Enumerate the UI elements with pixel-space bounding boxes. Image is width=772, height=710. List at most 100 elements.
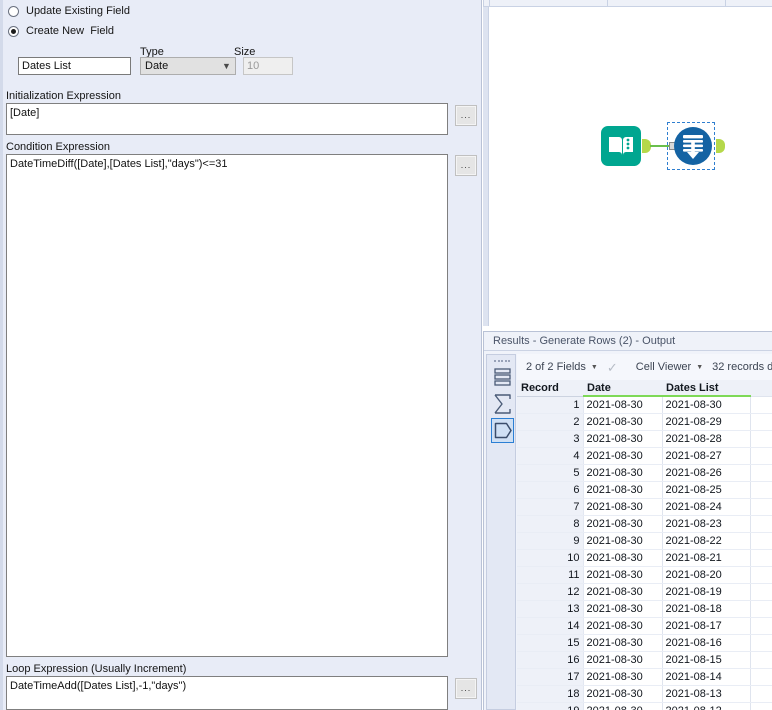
cell-dates-list[interactable]: 2021-08-19: [662, 583, 751, 601]
initialization-expression-input[interactable]: [Date]: [6, 103, 448, 135]
cell-record[interactable]: 11: [517, 566, 584, 584]
cell-dates-list[interactable]: 2021-08-29: [662, 413, 751, 431]
cell-dates-list[interactable]: 2021-08-15: [662, 651, 751, 669]
loop-expression-input[interactable]: DateTimeAdd([Dates List],-1,"days"): [6, 676, 448, 710]
loop-expression-builder-button[interactable]: ...: [455, 678, 477, 699]
cell-record[interactable]: 10: [517, 549, 584, 567]
column-header-dates-list[interactable]: Dates List: [662, 380, 750, 397]
cell-date[interactable]: 2021-08-30: [583, 566, 663, 584]
cell-record[interactable]: 7: [517, 498, 584, 516]
cell-dates-list[interactable]: 2021-08-30: [662, 396, 751, 414]
cell-dates-list[interactable]: 2021-08-28: [662, 430, 751, 448]
table-row[interactable]: 18 2021-08-30 2021-08-13: [517, 685, 772, 703]
cell-record[interactable]: 13: [517, 600, 584, 618]
table-row[interactable]: 14 2021-08-30 2021-08-17: [517, 617, 772, 635]
cell-dates-list[interactable]: 2021-08-21: [662, 549, 751, 567]
table-row[interactable]: 10 2021-08-30 2021-08-21: [517, 549, 772, 567]
radio-update-existing-field[interactable]: Update Existing Field: [8, 5, 130, 17]
cell-date[interactable]: 2021-08-30: [583, 617, 663, 635]
cell-record[interactable]: 6: [517, 481, 584, 499]
table-row[interactable]: 4 2021-08-30 2021-08-27: [517, 447, 772, 465]
cell-record[interactable]: 16: [517, 651, 584, 669]
radio-create-new-field[interactable]: Create New Field: [8, 25, 114, 37]
cell-date[interactable]: 2021-08-30: [583, 515, 663, 533]
table-row[interactable]: 6 2021-08-30 2021-08-25: [517, 481, 772, 499]
cell-dates-list[interactable]: 2021-08-12: [662, 702, 751, 710]
cell-record[interactable]: 15: [517, 634, 584, 652]
cell-record[interactable]: 4: [517, 447, 584, 465]
cell-date[interactable]: 2021-08-30: [583, 464, 663, 482]
cell-dates-list[interactable]: 2021-08-25: [662, 481, 751, 499]
cell-dates-list[interactable]: 2021-08-17: [662, 617, 751, 635]
cell-date[interactable]: 2021-08-30: [583, 651, 663, 669]
data-shape-icon[interactable]: [491, 418, 514, 443]
list-icon[interactable]: [491, 364, 514, 389]
cell-dates-list[interactable]: 2021-08-27: [662, 447, 751, 465]
table-row[interactable]: 15 2021-08-30 2021-08-16: [517, 634, 772, 652]
cell-date[interactable]: 2021-08-30: [583, 532, 663, 550]
cell-record[interactable]: 12: [517, 583, 584, 601]
cell-record[interactable]: 18: [517, 685, 584, 703]
size-input[interactable]: 10: [243, 57, 293, 75]
cell-dates-list[interactable]: 2021-08-24: [662, 498, 751, 516]
results-grid[interactable]: Record Date Dates List 1 2021-08-30 2021-0…: [517, 380, 772, 710]
cell-date[interactable]: 2021-08-30: [583, 634, 663, 652]
column-header-date[interactable]: Date: [583, 380, 662, 397]
summary-sigma-icon[interactable]: [491, 391, 514, 416]
check-icon[interactable]: ✓: [607, 361, 618, 374]
table-row[interactable]: 1 2021-08-30 2021-08-30: [517, 396, 772, 414]
cell-dates-list[interactable]: 2021-08-16: [662, 634, 751, 652]
table-row[interactable]: 13 2021-08-30 2021-08-18: [517, 600, 772, 618]
table-row[interactable]: 12 2021-08-30 2021-08-19: [517, 583, 772, 601]
cell-dates-list[interactable]: 2021-08-14: [662, 668, 751, 686]
table-row[interactable]: 3 2021-08-30 2021-08-28: [517, 430, 772, 448]
condition-expression-builder-button[interactable]: ...: [455, 155, 477, 176]
table-row[interactable]: 11 2021-08-30 2021-08-20: [517, 566, 772, 584]
cell-dates-list[interactable]: 2021-08-26: [662, 464, 751, 482]
table-row[interactable]: 5 2021-08-30 2021-08-26: [517, 464, 772, 482]
cell-dates-list[interactable]: 2021-08-23: [662, 515, 751, 533]
table-row[interactable]: 192021-08-302021-08-12: [517, 702, 772, 710]
cell-date[interactable]: 2021-08-30: [583, 549, 663, 567]
table-row[interactable]: 17 2021-08-30 2021-08-14: [517, 668, 772, 686]
table-row[interactable]: 9 2021-08-30 2021-08-22: [517, 532, 772, 550]
condition-expression-input[interactable]: DateTimeDiff([Date],[Dates List],"days")…: [6, 154, 448, 657]
cell-date[interactable]: 2021-08-30: [583, 583, 663, 601]
cell-record[interactable]: 17: [517, 668, 584, 686]
cell-date[interactable]: 2021-08-30: [583, 702, 663, 710]
cell-record[interactable]: 2: [517, 413, 584, 431]
table-row[interactable]: 8 2021-08-30 2021-08-23: [517, 515, 772, 533]
fields-selector[interactable]: 2 of 2 Fields ▼: [526, 361, 598, 373]
cell-date[interactable]: 2021-08-30: [583, 413, 663, 431]
initialization-expression-builder-button[interactable]: ...: [455, 105, 477, 126]
cell-record[interactable]: 1: [517, 396, 584, 414]
cell-date[interactable]: 2021-08-30: [583, 396, 663, 414]
cell-date[interactable]: 2021-08-30: [583, 481, 663, 499]
field-name-input[interactable]: [18, 57, 131, 75]
cell-record[interactable]: 3: [517, 430, 584, 448]
cell-record[interactable]: 19: [517, 702, 584, 710]
text-input-tool[interactable]: [601, 126, 641, 166]
cell-record[interactable]: 14: [517, 617, 584, 635]
cell-date[interactable]: 2021-08-30: [583, 447, 663, 465]
cell-date[interactable]: 2021-08-30: [583, 600, 663, 618]
type-select[interactable]: Date ▼: [140, 57, 236, 75]
cell-record[interactable]: 8: [517, 515, 584, 533]
cell-viewer-selector[interactable]: Cell Viewer ▼: [636, 361, 703, 373]
grip-handle-icon[interactable]: [494, 358, 510, 363]
cell-dates-list[interactable]: 2021-08-18: [662, 600, 751, 618]
column-header-record[interactable]: Record: [517, 380, 583, 397]
table-row[interactable]: 7 2021-08-30 2021-08-24: [517, 498, 772, 516]
cell-date[interactable]: 2021-08-30: [583, 498, 663, 516]
cell-record[interactable]: 9: [517, 532, 584, 550]
cell-record[interactable]: 5: [517, 464, 584, 482]
cell-date[interactable]: 2021-08-30: [583, 685, 663, 703]
cell-dates-list[interactable]: 2021-08-22: [662, 532, 751, 550]
cell-date[interactable]: 2021-08-30: [583, 668, 663, 686]
generate-rows-output-anchor[interactable]: [716, 139, 725, 153]
table-row[interactable]: 2 2021-08-30 2021-08-29: [517, 413, 772, 431]
workflow-canvas[interactable]: [483, 0, 772, 326]
generate-rows-tool[interactable]: [674, 127, 712, 165]
cell-dates-list[interactable]: 2021-08-20: [662, 566, 751, 584]
table-row[interactable]: 16 2021-08-30 2021-08-15: [517, 651, 772, 669]
